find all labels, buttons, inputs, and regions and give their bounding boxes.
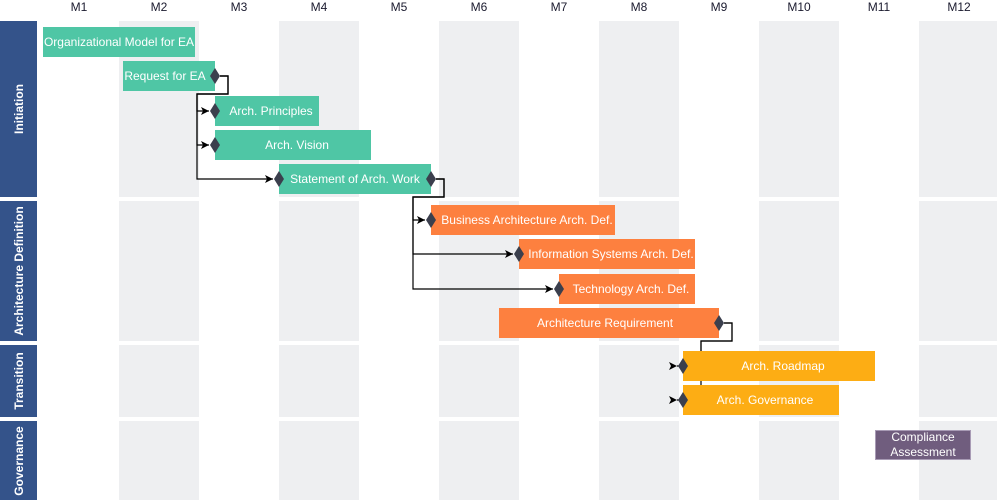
arrowhead-icon	[545, 285, 553, 293]
task-bar-org-model[interactable]: Organizational Model for EA	[43, 27, 195, 57]
task-label: Request for EA	[124, 68, 206, 83]
month-label: M11	[867, 0, 891, 14]
lane-header-transition: Transition	[0, 345, 37, 417]
task-bar-request-ea[interactable]: Request for EA	[123, 61, 215, 91]
task-bar-governance-task[interactable]: Arch. Governance	[683, 385, 839, 415]
month-label: M9	[710, 0, 728, 14]
month-column-stripe	[919, 21, 997, 500]
task-label: Statement of Arch. Work	[290, 171, 420, 186]
month-label: M5	[390, 0, 408, 14]
lane-separator	[38, 197, 997, 201]
task-bar-tech[interactable]: Technology Arch. Def.	[559, 274, 695, 304]
month-label: M12	[947, 0, 971, 14]
month-label: M3	[230, 0, 248, 14]
lane-separator	[38, 341, 997, 345]
task-bar-roadmap[interactable]: Arch. Roadmap	[683, 351, 875, 381]
task-label: Technology Arch. Def.	[572, 281, 690, 296]
month-column-stripe	[759, 21, 839, 500]
task-label: Arch. Governance	[716, 392, 814, 407]
task-label: Arch. Vision	[265, 137, 329, 152]
month-label: M8	[630, 0, 648, 14]
arrowhead-icon	[265, 175, 273, 183]
task-label: Business Architecture Arch. Def.	[441, 212, 613, 227]
month-label: M7	[550, 0, 568, 14]
task-bar-saw[interactable]: Statement of Arch. Work	[279, 164, 431, 194]
lane-header-governance: Governance	[0, 421, 37, 500]
lane-header-architecture-definition: Architecture Definition	[0, 201, 37, 341]
task-label: Organizational Model for EA	[43, 34, 195, 49]
gantt-chart: M1 M2 M3 M4 M5 M6 M7 M8 M9 M10 M11 M12 Initiation Ar…	[0, 0, 997, 502]
lane-label: Initiation	[11, 84, 26, 134]
task-bar-compliance[interactable]: Compliance Assessment	[875, 430, 971, 460]
task-bar-business[interactable]: Business Architecture Arch. Def.	[431, 205, 615, 235]
lane-label: Governance	[11, 425, 26, 496]
arrowhead-icon	[201, 141, 209, 149]
task-label: Arch. Roadmap	[741, 358, 825, 373]
task-label: Compliance Assessment	[890, 430, 956, 459]
task-bar-infosys[interactable]: Information Systems Arch. Def.	[519, 239, 695, 269]
task-label: Arch. Principles	[229, 103, 313, 118]
month-column-stripe	[439, 21, 519, 500]
task-label: Information Systems Arch. Def.	[528, 246, 694, 261]
arrowhead-icon	[201, 107, 209, 115]
task-bar-vision[interactable]: Arch. Vision	[215, 130, 371, 160]
month-label: M4	[310, 0, 328, 14]
arrowhead-icon	[417, 216, 425, 224]
month-column-stripe	[119, 21, 199, 500]
lane-header-initiation: Initiation	[0, 21, 37, 197]
month-label: M10	[787, 0, 811, 14]
month-label: M2	[150, 0, 168, 14]
lane-label: Architecture Definition	[11, 206, 26, 336]
task-label: Architecture Requirement	[536, 315, 674, 330]
lane-label: Transition	[11, 352, 26, 410]
month-label: M1	[70, 0, 88, 14]
month-label: M6	[470, 0, 488, 14]
lane-separator	[38, 417, 997, 421]
task-bar-principles[interactable]: Arch. Principles	[215, 96, 319, 126]
month-column-stripe	[279, 21, 359, 500]
dependency-line	[196, 75, 273, 180]
task-bar-arch-req[interactable]: Architecture Requirement	[499, 308, 719, 338]
